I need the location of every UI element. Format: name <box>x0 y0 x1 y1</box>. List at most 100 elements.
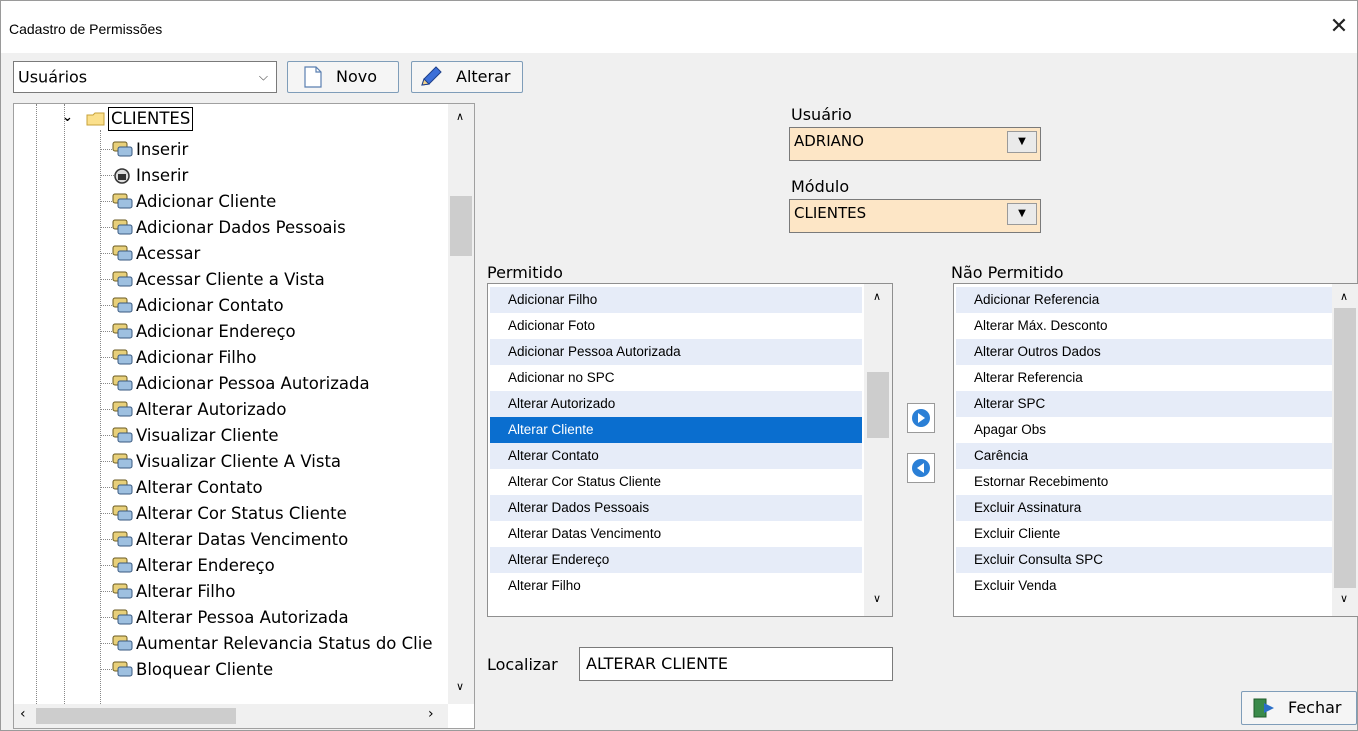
tree-horizontal-scrollbar[interactable]: ‹ › <box>14 704 448 728</box>
tree-item[interactable]: Visualizar Cliente <box>136 423 279 449</box>
tree-item[interactable]: Aumentar Relevancia Status do Clie <box>136 631 432 657</box>
list-item-label: Excluir Cliente <box>974 526 1061 541</box>
list-item-label: Adicionar Pessoa Autorizada <box>508 344 681 359</box>
tree-guide <box>64 104 65 704</box>
tree-item[interactable]: Adicionar Filho <box>136 345 256 371</box>
title-bar: Cadastro de Permissões ✕ <box>1 1 1357 53</box>
tree-item[interactable]: Visualizar Cliente A Vista <box>136 449 341 475</box>
user-select[interactable]: ADRIANO ▼ <box>789 127 1041 161</box>
type-select-value: Usuários <box>18 67 88 87</box>
tree-item[interactable]: Acessar <box>136 241 200 267</box>
list-item[interactable]: ▶Alterar Cliente <box>490 417 862 443</box>
list-item[interactable]: Alterar Dados Pessoais <box>490 495 862 521</box>
list-item[interactable]: Alterar Endereço <box>490 547 862 573</box>
tree-item[interactable]: Adicionar Dados Pessoais <box>136 215 346 241</box>
list-item[interactable]: Alterar Máx. Desconto <box>956 313 1332 339</box>
allowed-scrollbar[interactable]: ∧ ∨ <box>864 284 892 616</box>
close-icon[interactable]: ✕ <box>1327 15 1351 39</box>
list-item[interactable]: Carência <box>956 443 1332 469</box>
list-item[interactable]: Alterar Cor Status Cliente <box>490 469 862 495</box>
move-left-button[interactable] <box>907 453 935 483</box>
scroll-down-icon[interactable]: ∨ <box>873 592 881 605</box>
new-button[interactable]: Novo <box>287 61 399 93</box>
dropdown-arrow-icon[interactable]: ▼ <box>1007 203 1037 225</box>
list-item[interactable]: Apagar Obs <box>956 417 1332 443</box>
key-icon <box>112 659 134 679</box>
list-item[interactable]: Alterar Referencia <box>956 365 1332 391</box>
list-item-label: Excluir Consulta SPC <box>974 552 1104 567</box>
scroll-up-icon[interactable]: ∧ <box>1340 290 1348 303</box>
tree-item[interactable]: Alterar Endereço <box>136 553 275 579</box>
tree-item[interactable]: Alterar Autorizado <box>136 397 286 423</box>
list-item[interactable]: Alterar Outros Dados <box>956 339 1332 365</box>
move-right-button[interactable] <box>907 403 935 433</box>
scroll-thumb[interactable] <box>867 372 889 438</box>
chevron-down-icon: ⌵ <box>258 69 268 84</box>
scroll-up-icon[interactable]: ∧ <box>456 110 464 123</box>
allowed-list[interactable]: Adicionar Filho Adicionar Foto Adicionar P… <box>487 283 893 617</box>
tree-item[interactable]: Acessar Cliente a Vista <box>136 267 325 293</box>
scroll-down-icon[interactable]: ∨ <box>456 680 464 693</box>
list-item-label: Alterar Cliente <box>508 422 594 437</box>
list-item[interactable]: Excluir Consulta SPC <box>956 547 1332 573</box>
tree-item[interactable]: Inserir <box>136 137 188 163</box>
tree-item[interactable]: Adicionar Contato <box>136 293 284 319</box>
dropdown-arrow-icon[interactable]: ▼ <box>1007 131 1037 153</box>
list-item-label: Alterar SPC <box>974 396 1046 411</box>
scroll-down-icon[interactable]: ∨ <box>1340 592 1348 605</box>
denied-scrollbar[interactable]: ∧ ∨ <box>1332 284 1358 616</box>
tree-item[interactable]: Alterar Cor Status Cliente <box>136 501 347 527</box>
close-button[interactable]: Fechar <box>1241 691 1357 725</box>
tree-item[interactable]: Inserir <box>136 163 188 189</box>
tree-item[interactable]: Alterar Datas Vencimento <box>136 527 348 553</box>
tree-item[interactable]: Adicionar Pessoa Autorizada <box>136 371 370 397</box>
module-select[interactable]: CLIENTES ▼ <box>789 199 1041 233</box>
scroll-thumb[interactable] <box>1334 308 1356 588</box>
denied-list[interactable]: ▶Adicionar Referencia Alterar Máx. Descon… <box>953 283 1358 617</box>
list-item[interactable]: Adicionar Foto <box>490 313 862 339</box>
list-item[interactable]: Adicionar Filho <box>490 287 862 313</box>
list-item[interactable]: Alterar Autorizado <box>490 391 862 417</box>
list-item-label: Alterar Referencia <box>974 370 1083 385</box>
scroll-right-icon[interactable]: › <box>428 706 434 722</box>
tree-item[interactable]: Adicionar Cliente <box>136 189 276 215</box>
tree-item[interactable]: Bloquear Cliente <box>136 657 273 683</box>
allowed-label: Permitido <box>487 263 563 282</box>
tree-item[interactable]: Adicionar Endereço <box>136 319 296 345</box>
list-item[interactable]: Alterar Filho <box>490 573 862 599</box>
list-item[interactable]: Alterar Datas Vencimento <box>490 521 862 547</box>
list-item[interactable]: Excluir Assinatura <box>956 495 1332 521</box>
scroll-thumb[interactable] <box>36 708 236 724</box>
list-item[interactable]: Adicionar Pessoa Autorizada <box>490 339 862 365</box>
list-item[interactable]: ▶Adicionar Referencia <box>956 287 1332 313</box>
list-item[interactable]: Estornar Recebimento <box>956 469 1332 495</box>
tree-guide <box>100 130 101 710</box>
key-icon <box>112 477 134 497</box>
module-select-value: CLIENTES <box>794 204 867 222</box>
denied-label: Não Permitido <box>951 263 1064 282</box>
list-item[interactable]: Adicionar no SPC <box>490 365 862 391</box>
key-icon <box>112 555 134 575</box>
tree-item[interactable]: Alterar Contato <box>136 475 263 501</box>
tree-vertical-scrollbar[interactable]: ∧ ∨ <box>448 104 474 704</box>
permission-tree[interactable]: ⌄ CLIENTES Inserir Inserir Adicionar Clien… <box>13 103 475 729</box>
exit-icon <box>1253 698 1274 718</box>
type-select[interactable]: Usuários ⌵ <box>13 61 277 93</box>
scroll-up-icon[interactable]: ∧ <box>873 290 881 303</box>
tree-item[interactable]: Alterar Filho <box>136 579 235 605</box>
chevron-down-icon[interactable]: ⌄ <box>62 110 73 125</box>
folder-icon <box>86 112 105 126</box>
tree-root-node[interactable]: CLIENTES <box>108 107 194 131</box>
list-item[interactable]: Excluir Venda <box>956 573 1332 599</box>
list-item-label: Excluir Assinatura <box>974 500 1082 515</box>
scroll-thumb[interactable] <box>450 196 472 256</box>
search-input[interactable]: ALTERAR CLIENTE <box>579 647 893 681</box>
list-item-label: Adicionar Referencia <box>974 292 1100 307</box>
scroll-left-icon[interactable]: ‹ <box>20 706 26 722</box>
list-item[interactable]: Alterar Contato <box>490 443 862 469</box>
list-item[interactable]: Excluir Cliente <box>956 521 1332 547</box>
tree-item[interactable]: Alterar Pessoa Autorizada <box>136 605 349 631</box>
list-item-label: Apagar Obs <box>974 422 1047 437</box>
edit-button[interactable]: Alterar <box>411 61 523 93</box>
list-item[interactable]: Alterar SPC <box>956 391 1332 417</box>
